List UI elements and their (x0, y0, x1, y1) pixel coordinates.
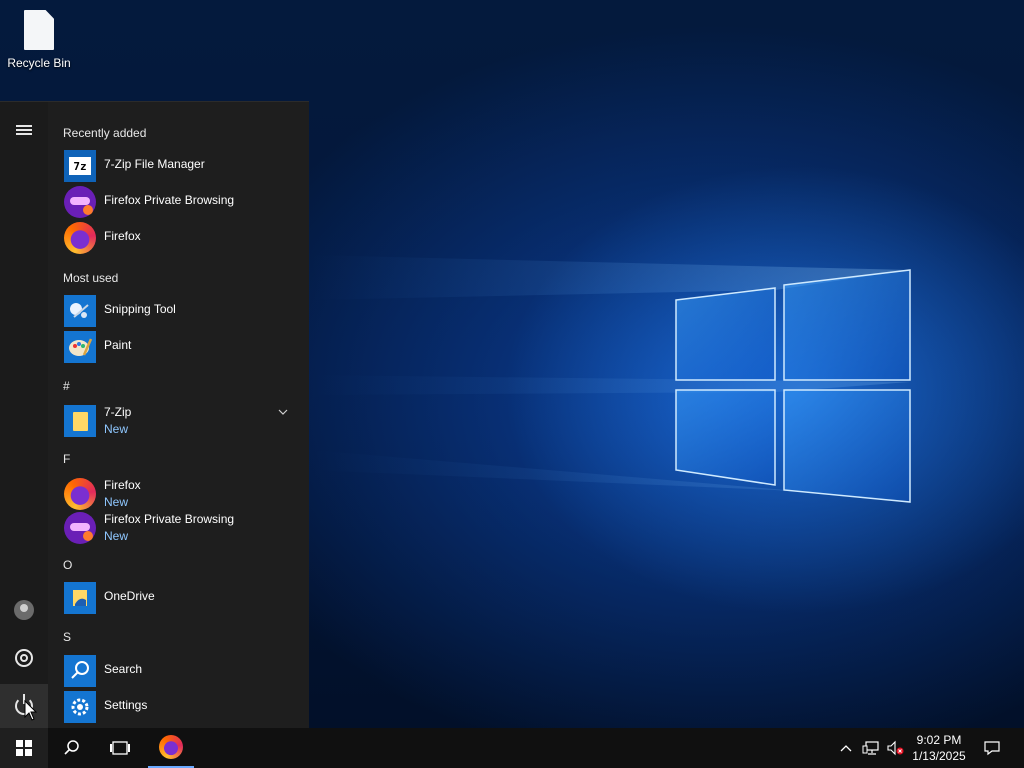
app-label: Paint (104, 338, 132, 352)
app-label: OneDrive (104, 589, 155, 603)
onedrive-icon (64, 582, 96, 614)
user-account-button[interactable] (0, 588, 48, 632)
app-item-search[interactable]: Search (63, 653, 303, 687)
app-item-firefox-all[interactable]: Firefox New (63, 476, 303, 510)
firefox-icon (64, 222, 96, 254)
app-item-onedrive[interactable]: OneDrive (63, 580, 303, 614)
app-label: Firefox Private Browsing (104, 512, 235, 526)
volume-button[interactable] (884, 728, 906, 768)
recycle-bin-icon (24, 10, 54, 50)
volume-muted-icon (887, 740, 904, 756)
desktop-icon-label: Recycle Bin (7, 56, 71, 70)
settings-rail-button[interactable] (0, 636, 48, 680)
app-label: Firefox (104, 229, 141, 243)
new-badge: New (104, 529, 129, 543)
app-label: Snipping Tool (104, 302, 176, 316)
app-item-paint[interactable]: Paint (63, 329, 303, 363)
firefox-private-icon (64, 512, 96, 544)
taskbar-search-button[interactable] (50, 728, 94, 768)
folder-icon (64, 405, 96, 437)
gear-icon (15, 649, 33, 667)
app-item-settings[interactable]: Settings (63, 689, 303, 723)
clock-time: 9:02 PM (916, 733, 962, 747)
chevron-down-icon[interactable] (278, 407, 288, 417)
app-folder-7zip[interactable]: 7-Zip New (63, 403, 303, 437)
windows-start-icon (16, 740, 32, 756)
section-header-hash[interactable]: # (63, 379, 70, 393)
app-item-firefox-private-browsing[interactable]: Firefox Private Browsing (63, 184, 303, 218)
action-center-button[interactable] (978, 728, 1006, 768)
task-view-icon (110, 741, 130, 755)
firefox-icon (159, 735, 183, 759)
app-label: 7-Zip File Manager (104, 157, 205, 171)
app-item-firefox[interactable]: Firefox (63, 220, 303, 254)
section-header-most-used: Most used (63, 271, 119, 285)
mouse-cursor-icon (24, 700, 38, 721)
clock-date: 1/13/2025 (912, 749, 966, 763)
app-label: Firefox Private Browsing (104, 193, 235, 207)
start-button[interactable] (0, 728, 48, 768)
snipping-tool-icon (64, 295, 96, 327)
network-icon (862, 741, 879, 755)
section-header-o[interactable]: O (63, 558, 72, 572)
7zip-icon: 7z (64, 150, 96, 182)
app-label: Settings (104, 698, 148, 712)
section-header-f[interactable]: F (63, 452, 70, 466)
search-icon (64, 655, 96, 687)
user-avatar-icon (14, 600, 34, 620)
section-header-recently-added: Recently added (63, 126, 147, 140)
search-icon (64, 740, 79, 755)
new-badge: New (104, 495, 129, 509)
app-item-firefox-private-all[interactable]: Firefox Private Browsing New (63, 510, 303, 544)
start-menu: Recently added Most used # F O S 7z 7-Zi… (0, 101, 309, 729)
hamburger-icon (16, 123, 32, 137)
start-menu-rail (0, 102, 48, 729)
paint-icon (64, 331, 96, 363)
app-label: 7-Zip (104, 405, 132, 419)
taskbar: 9:02 PM 1/13/2025 (0, 728, 1024, 768)
new-badge: New (104, 422, 129, 436)
section-header-s[interactable]: S (63, 630, 71, 644)
firefox-icon (64, 478, 96, 510)
app-label: Search (104, 662, 143, 676)
app-label: Firefox (104, 478, 141, 492)
chevron-up-icon (840, 745, 852, 752)
app-item-snipping-tool[interactable]: Snipping Tool (63, 293, 303, 327)
app-item-7zip-file-manager[interactable]: 7z 7-Zip File Manager (63, 148, 303, 182)
task-view-button[interactable] (98, 728, 142, 768)
desktop-icon-recycle-bin[interactable]: Recycle Bin (6, 8, 72, 70)
firefox-private-icon (64, 186, 96, 218)
network-button[interactable] (860, 728, 882, 768)
gear-icon (64, 691, 96, 723)
expand-button[interactable] (0, 108, 48, 152)
clock[interactable]: 9:02 PM 1/13/2025 (906, 728, 972, 768)
action-center-icon (984, 741, 1000, 756)
show-hidden-icons-button[interactable] (836, 728, 856, 768)
taskbar-firefox-button[interactable] (148, 728, 194, 768)
